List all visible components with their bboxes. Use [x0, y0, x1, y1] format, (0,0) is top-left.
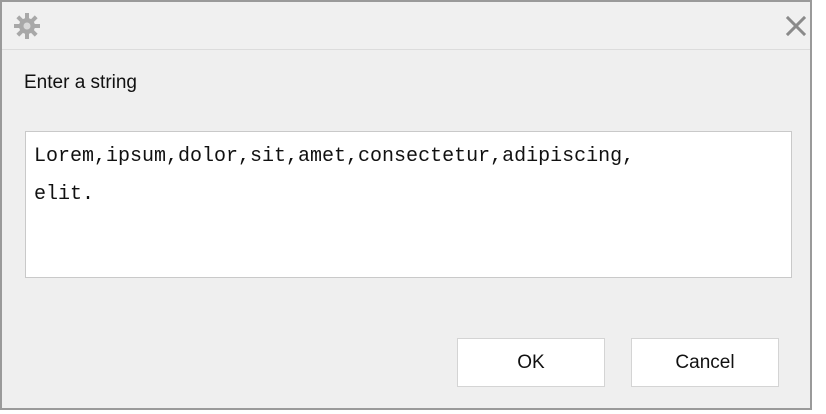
close-icon[interactable] [784, 14, 808, 38]
input-dialog: Enter a string Lorem,ipsum,dolor,sit,ame… [0, 0, 812, 410]
cancel-button[interactable]: Cancel [631, 338, 779, 387]
ok-button[interactable]: OK [457, 338, 605, 387]
prompt-label: Enter a string [24, 72, 137, 93]
string-input[interactable]: Lorem,ipsum,dolor,sit,amet,consectetur,a… [25, 131, 792, 278]
gear-icon [13, 12, 41, 40]
title-bar [2, 2, 810, 50]
